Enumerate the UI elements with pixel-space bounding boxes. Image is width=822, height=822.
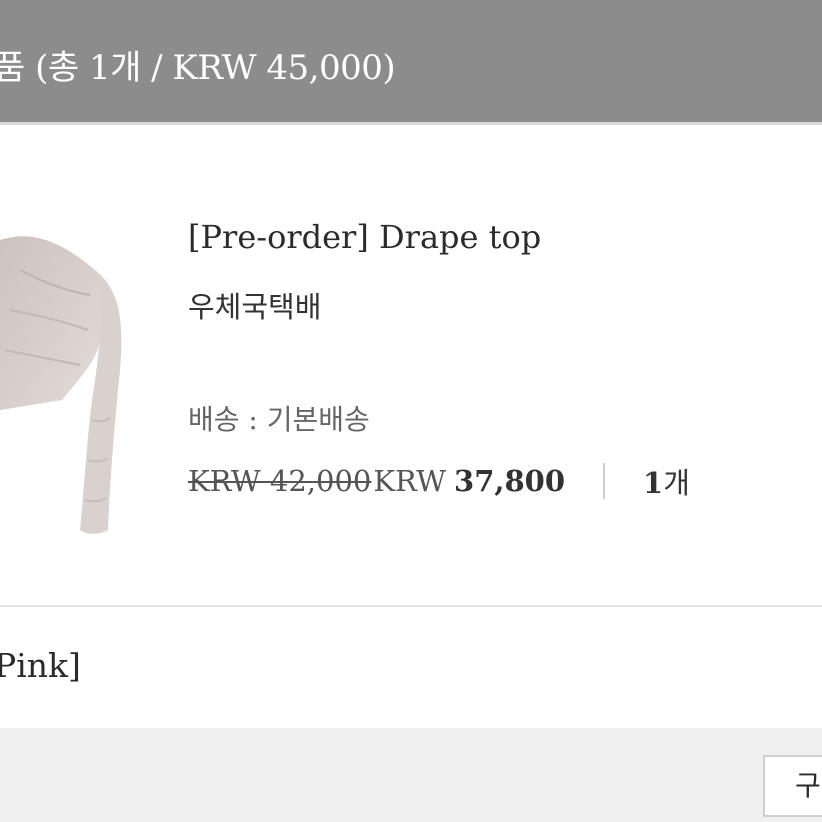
shipping-method: 배송 : 기본배송 — [188, 403, 370, 436]
sale-price: 37,800 — [454, 464, 566, 498]
product-thumbnail[interactable] — [0, 200, 130, 560]
sale-price-currency: KRW — [373, 464, 447, 498]
quantity-number: 1 — [643, 466, 664, 500]
cart-footer — [0, 728, 822, 822]
quantity-unit: 개 — [663, 466, 690, 500]
divider — [0, 605, 822, 607]
order-button[interactable]: 구 — [763, 755, 822, 817]
selected-option: Pink] — [0, 646, 81, 685]
price-quantity-divider — [603, 463, 606, 499]
original-price: KRW 42,000 — [188, 464, 372, 498]
product-name-link[interactable]: [Pre-order] Drape top — [188, 218, 541, 256]
shipping-carrier: 우체국택배 — [188, 290, 322, 324]
price-row: KRW 42,000 KRW 37,800 1개 — [188, 460, 690, 502]
drape-top-image — [0, 236, 122, 534]
cart-header: 품 (총 1개 / KRW 45,000) — [0, 0, 822, 125]
quantity: 1개 — [643, 460, 690, 502]
cart-summary-title: 품 (총 1개 / KRW 45,000) — [0, 48, 396, 88]
